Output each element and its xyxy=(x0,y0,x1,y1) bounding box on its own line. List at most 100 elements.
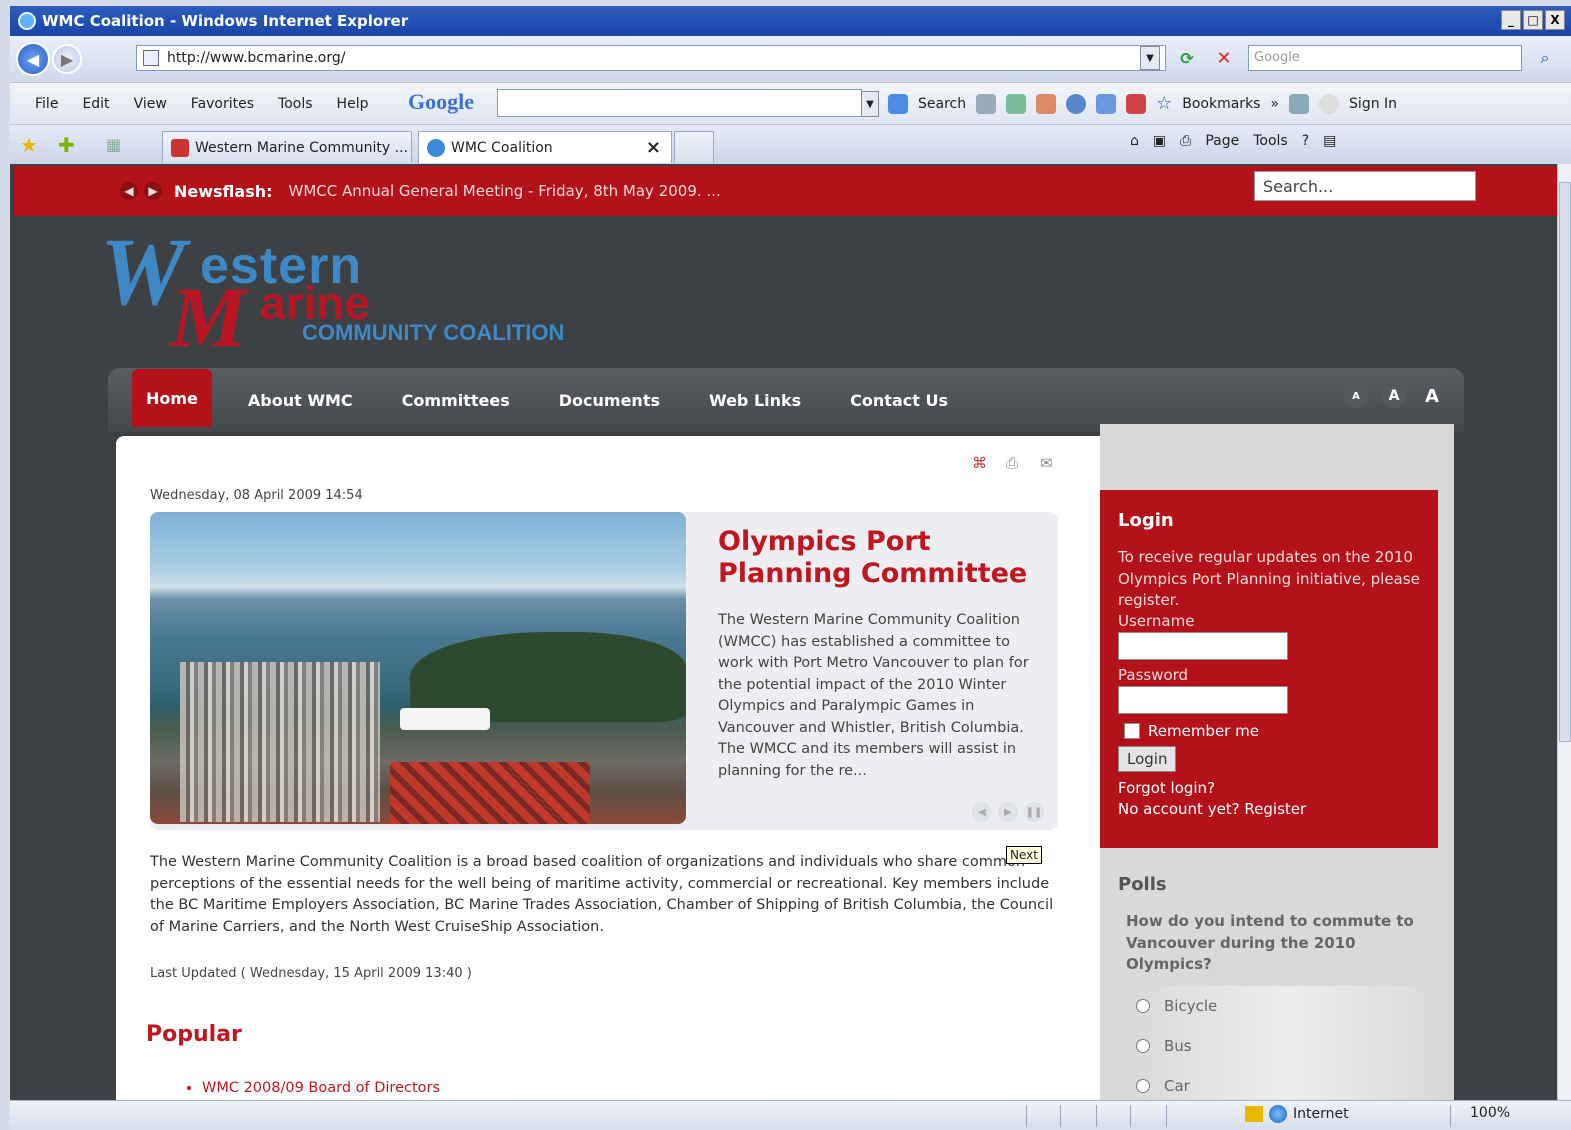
more-icon[interactable]: » xyxy=(1270,96,1279,112)
font-medium-button[interactable]: A xyxy=(1382,384,1406,408)
next-slide-icon[interactable]: ▶ xyxy=(998,802,1018,822)
help-icon[interactable]: ? xyxy=(1302,133,1309,149)
address-bar: ◀ ▶ http://www.bcmarine.org/ ▼ ⟳ ✕ Googl… xyxy=(10,36,1571,82)
newsflash-text[interactable]: WMCC Annual General Meeting - Friday, 8t… xyxy=(289,182,721,200)
home-icon[interactable]: ⌂ xyxy=(1130,133,1139,149)
polls-module: Polls How do you intend to commute to Va… xyxy=(1118,874,1438,1100)
nav-about[interactable]: About WMC xyxy=(248,391,353,410)
tab-wmc-coalition[interactable]: WMC Coalition × xyxy=(418,131,672,163)
menu-view[interactable]: View xyxy=(134,96,167,112)
font-small-button[interactable]: A xyxy=(1344,384,1368,408)
font-large-button[interactable]: A xyxy=(1420,384,1444,408)
password-field[interactable] xyxy=(1118,685,1288,714)
wrench-icon[interactable] xyxy=(1289,93,1310,114)
refresh-icon[interactable]: ⟳ xyxy=(1173,44,1201,72)
toolbar-icon[interactable] xyxy=(1126,93,1147,114)
pause-slide-icon[interactable]: ❚❚ xyxy=(1024,802,1044,822)
poll-option[interactable]: Bus xyxy=(1136,1025,1438,1066)
menu-file[interactable]: File xyxy=(35,96,58,112)
nav-web-links[interactable]: Web Links xyxy=(709,391,801,410)
nav-committees[interactable]: Committees xyxy=(402,391,510,410)
feeds-icon[interactable]: ▣ xyxy=(1153,133,1166,149)
favorites-star-icon[interactable]: ★ xyxy=(20,133,38,157)
magnifier-icon[interactable] xyxy=(976,93,997,114)
quick-tabs-icon[interactable]: ▦ xyxy=(106,135,121,154)
username-field[interactable] xyxy=(1118,631,1288,660)
login-button[interactable]: Login xyxy=(1118,745,1177,772)
bookmarks-button[interactable]: Bookmarks xyxy=(1182,96,1260,112)
prev-news-icon[interactable]: ◀ xyxy=(120,182,138,200)
menu-favorites[interactable]: Favorites xyxy=(191,96,254,112)
toolbar-icon[interactable] xyxy=(1036,93,1057,114)
radio-button[interactable] xyxy=(1136,1038,1150,1053)
poll-option[interactable]: Car xyxy=(1136,1065,1438,1100)
poll-question: How do you intend to commute to Vancouve… xyxy=(1126,912,1414,973)
email-icon[interactable]: ✉ xyxy=(1040,454,1060,474)
page-menu[interactable]: Page xyxy=(1205,133,1239,149)
toolbar-icon[interactable] xyxy=(1066,93,1087,114)
menu-edit[interactable]: Edit xyxy=(82,96,109,112)
pdf-icon[interactable]: ⌘ xyxy=(972,454,992,474)
tools-menu[interactable]: Tools xyxy=(1253,133,1288,149)
status-bar: Internet 100% xyxy=(10,1100,1571,1130)
search-input[interactable]: Google xyxy=(1248,45,1522,71)
register-link[interactable]: No account yet? Register xyxy=(1118,799,1420,820)
forward-button[interactable]: ▶ xyxy=(52,44,82,74)
web-page: ◀ ▶ Newsflash: WMCC Annual General Meeti… xyxy=(10,164,1557,1100)
close-tab-icon[interactable]: × xyxy=(646,137,661,158)
login-title: Login xyxy=(1118,510,1174,531)
page-icon xyxy=(143,50,159,66)
nav-contact[interactable]: Contact Us xyxy=(850,391,948,410)
forgot-login-link[interactable]: Forgot login? xyxy=(1118,778,1420,799)
site-logo[interactable]: W estern M arine COMMUNITY COALITION xyxy=(100,224,580,364)
vancouver-harbour-photo xyxy=(150,512,686,824)
radio-button[interactable] xyxy=(1136,1078,1150,1093)
new-tab-button[interactable] xyxy=(674,131,714,163)
polls-title: Polls xyxy=(1118,874,1167,895)
slide-title[interactable]: Olympics Port Planning Committee xyxy=(718,526,1048,591)
tab-western-marine[interactable]: Western Marine Community ... xyxy=(162,131,412,163)
toolbar-icon[interactable] xyxy=(1006,93,1027,114)
back-button[interactable]: ◀ xyxy=(16,42,50,76)
nav-home[interactable]: Home xyxy=(132,369,212,427)
nav-documents[interactable]: Documents xyxy=(559,391,660,410)
protected-mode-icon xyxy=(1245,1106,1263,1122)
article-date: Wednesday, 08 April 2009 14:54 xyxy=(150,488,363,503)
remember-me[interactable]: Remember me xyxy=(1124,722,1420,740)
next-news-icon[interactable]: ▶ xyxy=(144,182,162,200)
scrollbar-thumb[interactable] xyxy=(1559,182,1571,742)
stop-icon[interactable]: ✕ xyxy=(1210,44,1238,72)
vertical-scrollbar[interactable] xyxy=(1557,164,1571,1100)
print-icon[interactable]: ⎙ xyxy=(1180,133,1191,149)
command-bar: ⌂ ▣ ⎙ Page Tools ? ▤ xyxy=(1130,133,1336,149)
research-icon[interactable]: ▤ xyxy=(1323,133,1336,149)
radio-button[interactable] xyxy=(1136,998,1150,1013)
sign-in-button[interactable]: Sign In xyxy=(1349,96,1397,112)
google-toolbar-input[interactable] xyxy=(497,89,862,117)
url-dropdown-button[interactable]: ▼ xyxy=(1140,46,1160,70)
puzzle-icon[interactable] xyxy=(1096,93,1117,114)
google-search-button[interactable]: Search xyxy=(918,96,966,112)
menu-tools[interactable]: Tools xyxy=(278,96,313,112)
ie-page-icon xyxy=(427,138,445,157)
google-dropdown-button[interactable]: ▼ xyxy=(861,91,879,117)
maximize-button[interactable]: □ xyxy=(1523,10,1543,30)
minimize-button[interactable]: _ xyxy=(1501,10,1521,30)
search-icon[interactable]: ⌕ xyxy=(1530,45,1560,71)
poll-option[interactable]: Bicycle xyxy=(1136,985,1438,1026)
menu-help[interactable]: Help xyxy=(337,96,369,112)
security-zone: Internet xyxy=(1245,1105,1349,1123)
poll-option-label: Car xyxy=(1164,1076,1190,1095)
close-button[interactable]: X xyxy=(1545,10,1565,30)
prev-slide-icon[interactable]: ◀ xyxy=(972,802,992,822)
site-search-input[interactable]: Search... xyxy=(1254,171,1476,201)
star-icon[interactable]: ☆ xyxy=(1156,93,1172,114)
remember-checkbox[interactable] xyxy=(1124,722,1140,739)
popular-item[interactable]: WMC 2008/09 Board of Directors xyxy=(202,1080,440,1096)
url-text: http://www.bcmarine.org/ xyxy=(167,50,346,66)
site-favicon xyxy=(171,138,189,157)
print-icon[interactable]: ⎙ xyxy=(1006,454,1026,474)
add-favorites-icon[interactable]: ✚ xyxy=(58,133,75,157)
zoom-level[interactable]: 100% xyxy=(1470,1105,1510,1121)
url-field[interactable]: http://www.bcmarine.org/ xyxy=(136,45,1166,71)
